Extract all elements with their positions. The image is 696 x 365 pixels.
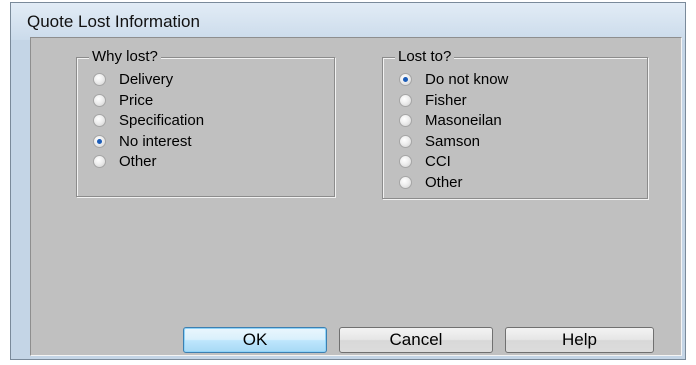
dialog-client-area: Why lost? Delivery Price Specification N…: [30, 37, 682, 356]
lost-to-option-masoneilan[interactable]: Masoneilan: [399, 110, 502, 130]
radio-button-checked-icon[interactable]: [93, 134, 106, 148]
why-lost-option-no-interest[interactable]: No interest: [93, 131, 192, 151]
radio-label: Fisher: [425, 91, 467, 109]
why-lost-option-other[interactable]: Other: [93, 151, 157, 171]
radio-label: Other: [425, 173, 463, 191]
radio-button-icon[interactable]: [399, 154, 412, 168]
radio-button-icon[interactable]: [399, 113, 412, 127]
why-lost-legend: Why lost?: [89, 48, 161, 66]
radio-label: Specification: [119, 111, 205, 129]
radio-button-checked-icon[interactable]: [399, 72, 412, 86]
radio-label: No interest: [119, 132, 192, 150]
cancel-button[interactable]: Cancel: [339, 327, 493, 353]
radio-label: Do not know: [425, 70, 509, 88]
radio-label: Other: [119, 152, 157, 170]
lost-to-legend: Lost to?: [395, 48, 455, 66]
radio-label: Samson: [425, 132, 481, 150]
lost-to-group: Lost to? Do not know Fisher Masoneilan S…: [382, 48, 648, 199]
why-lost-option-delivery[interactable]: Delivery: [93, 69, 173, 89]
title-bar[interactable]: Quote Lost Information: [11, 3, 685, 40]
lost-to-option-do-not-know[interactable]: Do not know: [399, 69, 508, 89]
why-lost-option-price[interactable]: Price: [93, 90, 153, 110]
radio-button-icon[interactable]: [93, 113, 106, 127]
window-title: Quote Lost Information: [27, 12, 200, 31]
why-lost-group: Why lost? Delivery Price Specification N…: [76, 48, 335, 197]
radio-button-icon[interactable]: [399, 134, 412, 148]
dialog-window: Quote Lost Information Why lost? Deliver…: [10, 2, 686, 360]
radio-button-icon[interactable]: [399, 93, 412, 107]
lost-to-option-cci[interactable]: CCI: [399, 151, 451, 171]
radio-label: Masoneilan: [425, 111, 502, 129]
radio-label: Price: [119, 91, 154, 109]
radio-button-icon[interactable]: [93, 93, 106, 107]
radio-button-icon[interactable]: [399, 175, 412, 189]
radio-label: Delivery: [119, 70, 174, 88]
lost-to-option-other[interactable]: Other: [399, 172, 463, 192]
radio-button-icon[interactable]: [93, 72, 106, 86]
radio-button-icon[interactable]: [93, 154, 106, 168]
lost-to-option-samson[interactable]: Samson: [399, 131, 480, 151]
ok-button[interactable]: OK: [183, 327, 327, 353]
help-button[interactable]: Help: [505, 327, 654, 353]
why-lost-option-specification[interactable]: Specification: [93, 110, 204, 130]
radio-label: CCI: [425, 152, 451, 170]
lost-to-option-fisher[interactable]: Fisher: [399, 90, 467, 110]
